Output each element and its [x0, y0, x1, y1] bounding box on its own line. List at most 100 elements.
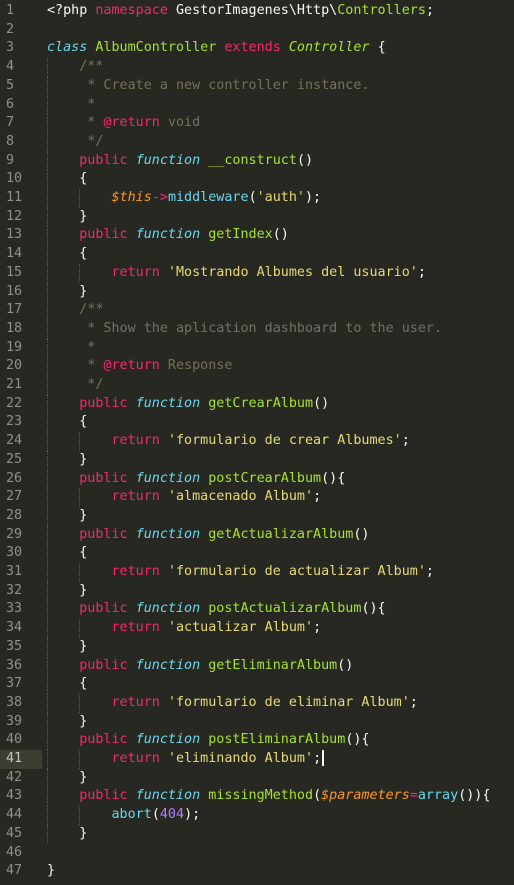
code-line[interactable]: 34 return 'actualizar Album';	[0, 619, 514, 638]
line-number: 29	[6, 526, 23, 542]
code-token: 'formulario de eliminar Album'	[167, 694, 410, 710]
code-line[interactable]: 32 }	[0, 581, 514, 601]
code-token: *	[79, 96, 96, 112]
code-line[interactable]: 20 * @return Response	[0, 357, 514, 376]
code-line[interactable]: 8 */	[0, 132, 514, 152]
code-line[interactable]: 31 return 'formulario de actualizar Albu…	[0, 563, 514, 582]
code-line[interactable]: 13 public function getIndex()	[0, 226, 514, 246]
code-line[interactable]: 45 }	[0, 824, 514, 844]
code-text: public function getActualizarAlbum()	[47, 526, 369, 545]
code-token: function	[135, 227, 209, 243]
code-line[interactable]: 24 return 'formulario de crear Albumes';	[0, 432, 514, 451]
code-line[interactable]: 28 }	[0, 506, 514, 526]
code-line[interactable]: 17 /**	[0, 301, 514, 320]
code-line[interactable]: 3 class AlbumController extends Controlle…	[0, 39, 514, 58]
code-line[interactable]: 40 public function postEliminarAlbum(){	[0, 731, 514, 750]
code-token: *	[79, 115, 104, 131]
code-line[interactable]: 19 *	[0, 338, 514, 358]
code-token: return	[111, 620, 168, 636]
code-text: {	[47, 413, 87, 432]
code-token: Controller	[288, 40, 378, 56]
code-line[interactable]: 1 <?php namespace GestorImagenes\Http\Con…	[0, 2, 514, 21]
code-line[interactable]: 23 {	[0, 413, 514, 433]
code-line[interactable]: 26 public function postCrearAlbum(){	[0, 469, 514, 489]
code-token: getEliminarAlbum	[208, 657, 338, 673]
line-number: 35	[6, 638, 23, 654]
code-line[interactable]: 41 return 'eliminando Album';	[0, 750, 514, 769]
line-number: 44	[6, 807, 23, 823]
line-number: 46	[6, 844, 23, 860]
code-line[interactable]: 7 * @return void	[0, 114, 514, 133]
code-token: array	[417, 788, 459, 804]
code-line[interactable]: 36 public function getEliminarAlbum()	[0, 656, 514, 676]
code-line[interactable]: 37 {	[0, 675, 514, 694]
code-token: postCrearAlbum	[208, 470, 322, 486]
code-token: function	[135, 732, 209, 748]
code-line[interactable]: 9 public function __construct()	[0, 151, 514, 171]
code-line[interactable]: 11 $this->middleware('auth');	[0, 189, 514, 208]
code-editor[interactable]: 1 <?php namespace GestorImagenes\Http\Con…	[0, 0, 514, 885]
code-token: namespace	[95, 3, 176, 18]
code-text: * Create a new controller instance.	[47, 77, 369, 96]
code-line[interactable]: 46	[0, 844, 514, 863]
code-line[interactable]: 12 }	[0, 207, 514, 227]
code-text: }	[47, 451, 87, 470]
line-number: 14	[6, 246, 23, 262]
code-token: getActualizarAlbum	[208, 526, 354, 542]
line-number: 20	[6, 358, 23, 374]
code-token: ;	[425, 564, 434, 579]
code-token: 404	[159, 807, 185, 823]
code-line[interactable]: 5 * Create a new controller instance.	[0, 76, 514, 96]
code-line[interactable]: 39 }	[0, 712, 514, 732]
code-token: function	[135, 526, 209, 542]
line-number: 45	[6, 825, 23, 841]
code-token: {	[47, 171, 88, 187]
code-line[interactable]: 21 */	[0, 376, 514, 395]
code-line[interactable]: 6 *	[0, 95, 514, 115]
code-line[interactable]: 4 /**	[0, 58, 514, 77]
code-text: * Show the aplication dashboard to the u…	[47, 320, 442, 339]
code-text: abort(404);	[47, 806, 201, 825]
code-token: public	[79, 152, 136, 168]
code-line[interactable]: 18 * Show the aplication dashboard to th…	[0, 319, 514, 339]
code-token: }	[47, 769, 88, 785]
code-line[interactable]: 2	[0, 21, 514, 40]
code-line[interactable]: 27 return 'almacenado Album';	[0, 488, 514, 507]
code-line[interactable]: 14 {	[0, 245, 514, 264]
code-line[interactable]: 44 abort(404);	[0, 806, 514, 825]
code-line[interactable]: 22 public function getCrearAlbum()	[0, 394, 514, 414]
code-line[interactable]: 29 public function getActualizarAlbum()	[0, 525, 514, 545]
code-token: return	[111, 264, 168, 280]
code-line[interactable]: 43 public function missingMethod($parame…	[0, 787, 514, 807]
code-line[interactable]: 33 public function postActualizarAlbum()…	[0, 600, 514, 620]
code-line[interactable]: 15 return 'Mostrando Albumes del usuario…	[0, 263, 514, 283]
line-number: 1	[6, 3, 15, 18]
code-token: }	[47, 825, 88, 841]
code-text: }	[47, 283, 87, 302]
code-token: extends	[224, 40, 289, 56]
code-line[interactable]: 25 }	[0, 450, 514, 470]
code-line[interactable]: 30 {	[0, 544, 514, 563]
code-line[interactable]: 10 {	[0, 170, 514, 189]
code-line[interactable]: 47}	[0, 862, 514, 881]
code-line[interactable]: 38 return 'formulario de eliminar Album'…	[0, 693, 514, 713]
code-token: void	[159, 115, 201, 131]
code-token: return	[111, 694, 168, 710]
code-line[interactable]: 16 }	[0, 282, 514, 302]
code-token: }	[47, 713, 88, 729]
line-number: 8	[6, 133, 15, 149]
code-text: * @return void	[47, 114, 200, 133]
line-number: 38	[6, 694, 23, 710]
code-token: $parameters	[321, 788, 410, 804]
code-line[interactable]: 42 }	[0, 768, 514, 788]
code-text: /**	[47, 58, 103, 77]
code-token: ;	[425, 3, 434, 18]
code-token: public	[79, 395, 136, 411]
code-line[interactable]: 35 }	[0, 637, 514, 657]
